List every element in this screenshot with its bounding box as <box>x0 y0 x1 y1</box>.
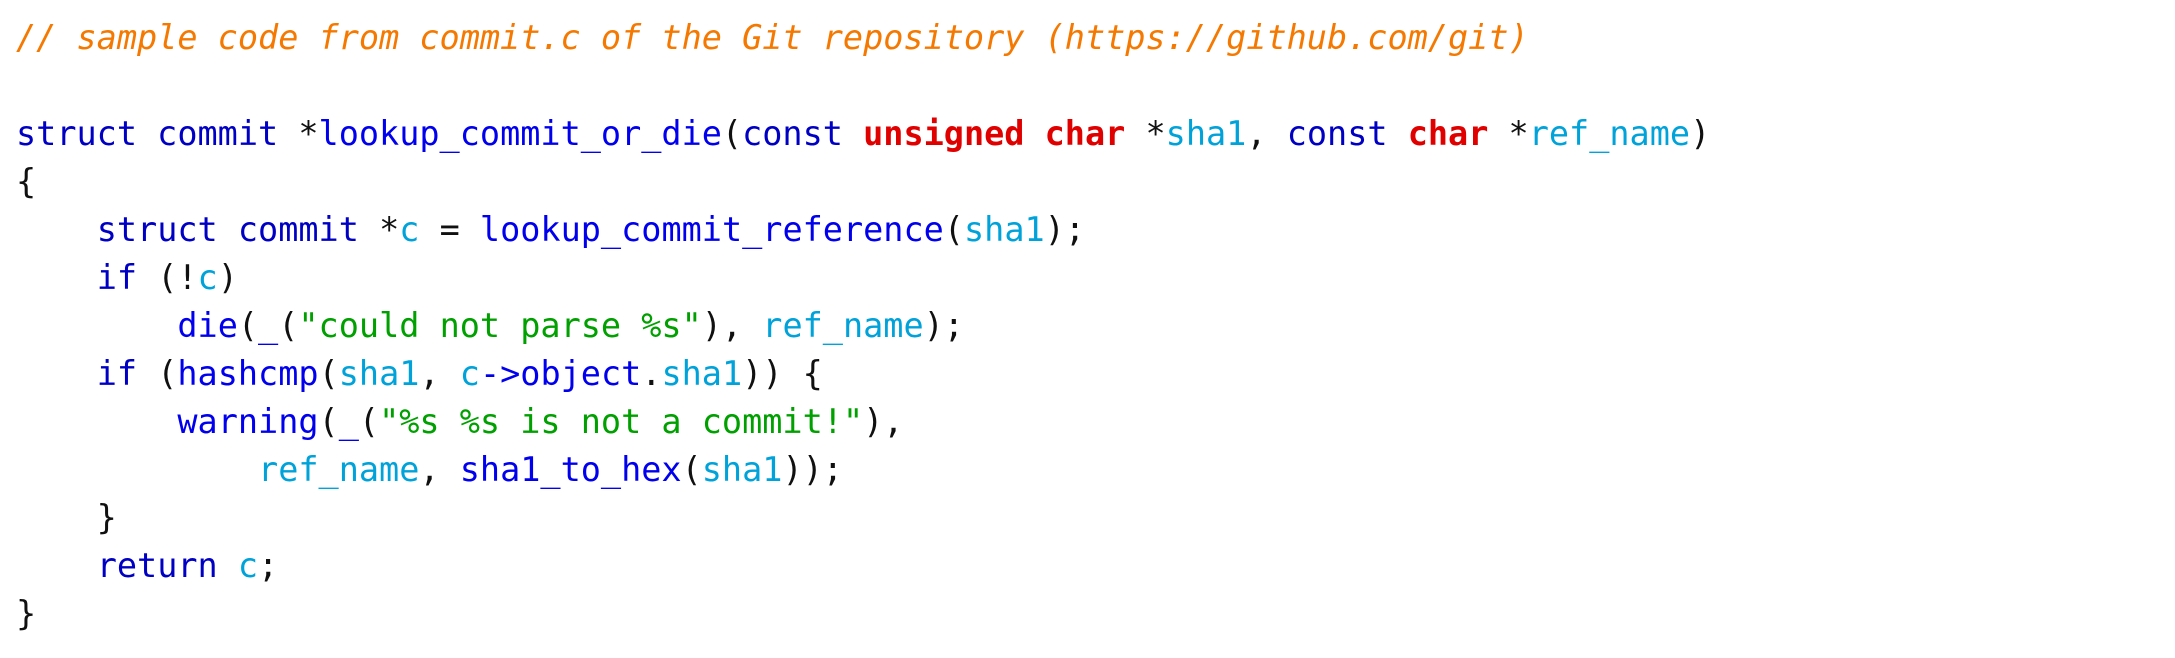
code-line: warning(_("%s %s is not a commit!"), <box>16 398 2175 446</box>
code-token-comment: // sample code from commit.c of the Git … <box>16 18 1529 57</box>
code-line: struct commit *c = lookup_commit_referen… <box>16 206 2175 254</box>
code-token-function: hashcmp <box>177 354 319 393</box>
code-token-function: ->object <box>479 354 642 393</box>
code-token-function: warning <box>177 402 319 441</box>
code-token-variable: sha1 <box>338 354 420 393</box>
code-token-variable: c <box>459 354 480 393</box>
code-token-type: char <box>1407 114 1509 153</box>
code-token-plain: ( <box>318 402 339 441</box>
code-token-plain: ; <box>258 546 279 585</box>
code-token-plain: ( <box>137 354 178 393</box>
code-token-plain: ( <box>237 306 259 345</box>
code-token-variable: sha1 <box>661 354 743 393</box>
code-token-plain: )); <box>782 450 843 489</box>
code-token-plain: (! <box>137 258 198 297</box>
code-token-string: "could not parse %s" <box>298 306 702 345</box>
code-token-function: _ <box>258 306 279 345</box>
code-line: { <box>16 158 2175 206</box>
code-token-plain: ) <box>1690 114 1711 153</box>
code-token-variable: ref_name <box>762 306 924 345</box>
code-line: die(_("could not parse %s"), ref_name); <box>16 302 2175 350</box>
code-token-keyword: if <box>96 258 138 297</box>
code-token-plain: )) { <box>742 354 823 393</box>
code-block: // sample code from commit.c of the Git … <box>0 0 2175 658</box>
code-token-variable: sha1 <box>701 450 783 489</box>
code-token-variable: c <box>399 210 420 249</box>
code-token-keyword: struct commit <box>96 210 380 249</box>
code-line: ref_name, sha1_to_hex(sha1)); <box>16 446 2175 494</box>
code-token-keyword: struct commit <box>16 114 299 153</box>
code-token-function: _ <box>338 402 359 441</box>
code-token-plain: ( <box>721 114 743 153</box>
code-token-function: die <box>177 306 238 345</box>
code-token-plain: , <box>419 450 460 489</box>
code-token-plain: } <box>16 498 117 537</box>
code-token-plain: ); <box>1044 210 1086 249</box>
code-token-variable: c <box>197 258 218 297</box>
code-line: if (hashcmp(sha1, c->object.sha1)) { <box>16 350 2175 398</box>
code-token-plain: * <box>379 210 400 249</box>
code-token-function: lookup_commit_reference <box>479 210 944 249</box>
code-line: // sample code from commit.c of the Git … <box>16 14 2175 62</box>
code-token-plain: . <box>641 354 662 393</box>
code-token-plain: ), <box>701 306 763 345</box>
code-token-function: lookup_commit_or_die <box>318 114 722 153</box>
code-token-plain: ( <box>943 210 964 249</box>
code-token-plain: ( <box>358 402 380 441</box>
code-token-plain: ( <box>681 450 702 489</box>
code-token-plain: , <box>419 354 460 393</box>
code-token-plain: * <box>1145 114 1166 153</box>
code-token-plain: * <box>1508 114 1529 153</box>
code-token-plain: ) <box>217 258 238 297</box>
code-token-plain: ), <box>863 402 904 441</box>
code-token-keyword: if <box>96 354 138 393</box>
code-token-variable: ref_name <box>1528 114 1691 153</box>
code-line: } <box>16 590 2175 638</box>
code-token-type: unsigned char <box>863 114 1146 153</box>
code-token-string: "%s %s is not a commit!" <box>379 402 864 441</box>
code-token-variable: sha1 <box>963 210 1045 249</box>
code-token-plain: } <box>16 594 37 633</box>
code-line: struct commit *lookup_commit_or_die(cons… <box>16 110 2175 158</box>
code-token-plain: * <box>298 114 319 153</box>
code-token-function: sha1_to_hex <box>459 450 682 489</box>
code-token-plain: { <box>16 162 37 201</box>
code-token-keyword: const <box>742 114 864 153</box>
code-token-plain: = <box>419 210 480 249</box>
code-token-plain: ); <box>923 306 964 345</box>
code-line: } <box>16 494 2175 542</box>
code-token-variable: c <box>237 546 259 585</box>
code-token-plain: ( <box>278 306 299 345</box>
code-token-variable: sha1 <box>1165 114 1247 153</box>
code-token-keyword: const <box>1286 114 1408 153</box>
code-line: return c; <box>16 542 2175 590</box>
code-token-plain: , <box>1246 114 1287 153</box>
code-token-plain: ( <box>318 354 339 393</box>
code-line: if (!c) <box>16 254 2175 302</box>
code-token-variable: ref_name <box>258 450 420 489</box>
code-token-keyword: return <box>96 546 218 585</box>
